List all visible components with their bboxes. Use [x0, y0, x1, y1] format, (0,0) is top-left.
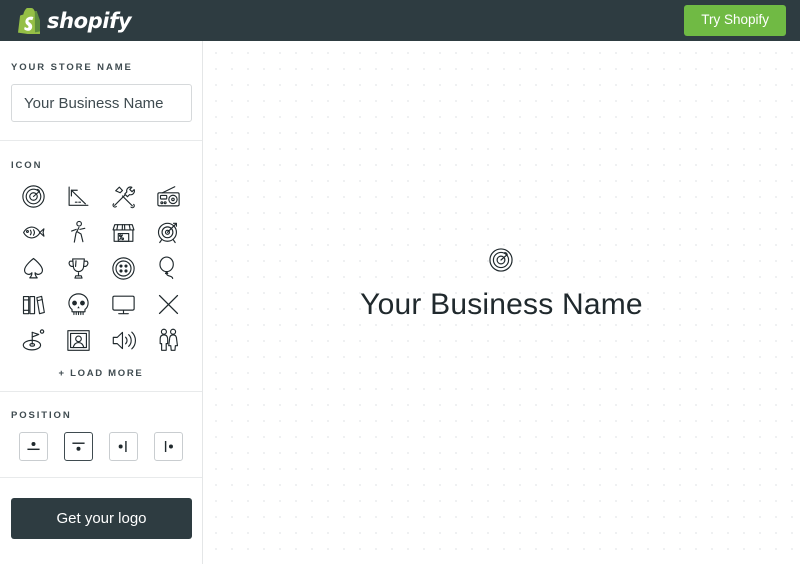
icon-option-sewing-button-icon[interactable] [105, 254, 143, 283]
icon-option-radar-icon[interactable] [15, 182, 53, 211]
shopify-brand[interactable]: shopify [18, 6, 132, 35]
icon-option-x-cross-icon[interactable] [150, 290, 188, 319]
try-shopify-button[interactable]: Try Shopify [684, 5, 786, 36]
icon-option-couple-people-icon[interactable] [150, 326, 188, 355]
load-more-button[interactable]: + LOAD MORE [11, 368, 191, 379]
icon-option-speaker-volume-icon[interactable] [105, 326, 143, 355]
icon-option-trophy-icon[interactable] [60, 254, 98, 283]
store-name-section: YOUR STORE NAME [0, 41, 202, 140]
position-option-icon-below-text[interactable] [64, 432, 93, 461]
icon-section-label: ICON [11, 160, 43, 171]
icon-option-spade-icon[interactable] [15, 254, 53, 283]
icon-option-storefront-icon[interactable] [105, 218, 143, 247]
icon-option-books-icon[interactable] [15, 290, 53, 319]
logo-preview-canvas[interactable]: Your Business Name [203, 41, 800, 564]
icon-option-walking-person-icon[interactable] [60, 218, 98, 247]
icon-option-target-arrow-icon[interactable] [150, 218, 188, 247]
icon-option-skull-icon[interactable] [60, 290, 98, 319]
main-body: YOUR STORE NAME ICON [0, 41, 800, 564]
position-option-icon-above-text[interactable] [19, 432, 48, 461]
position-section-label: POSITION [11, 410, 72, 421]
icon-section: ICON + LOAD MORE [0, 141, 202, 391]
icon-option-fish-icon[interactable] [15, 218, 53, 247]
icon-option-golf-flag-icon[interactable] [15, 326, 53, 355]
top-header-bar: shopify Try Shopify [0, 0, 800, 41]
icon-option-monitor-icon[interactable] [105, 290, 143, 319]
left-sidebar: YOUR STORE NAME ICON [0, 41, 203, 564]
position-option-icon-left-of-text[interactable] [109, 432, 138, 461]
logo-maker-app: shopify Try Shopify YOUR STORE NAME ICON [0, 0, 800, 564]
icon-option-radio-icon[interactable] [150, 182, 188, 211]
get-your-logo-button[interactable]: Get your logo [11, 498, 192, 539]
store-name-input[interactable] [11, 84, 192, 122]
icon-option-portrait-frame-icon[interactable] [60, 326, 98, 355]
shopify-wordmark: shopify [47, 8, 132, 33]
store-name-label: YOUR STORE NAME [11, 62, 133, 73]
position-options [11, 432, 191, 461]
preview-radar-icon [488, 247, 514, 278]
logo-preview: Your Business Name [360, 247, 643, 322]
icon-grid [11, 182, 191, 355]
cta-section: Get your logo [0, 478, 202, 539]
position-section: POSITION [0, 392, 202, 477]
icon-option-declining-chart-icon[interactable] [60, 182, 98, 211]
preview-logo-text: Your Business Name [360, 288, 643, 321]
icon-option-tools-hammer-wrench-icon[interactable] [105, 182, 143, 211]
position-option-icon-right-of-text[interactable] [154, 432, 183, 461]
shopify-bag-icon [18, 6, 44, 35]
icon-option-balloon-icon[interactable] [150, 254, 188, 283]
